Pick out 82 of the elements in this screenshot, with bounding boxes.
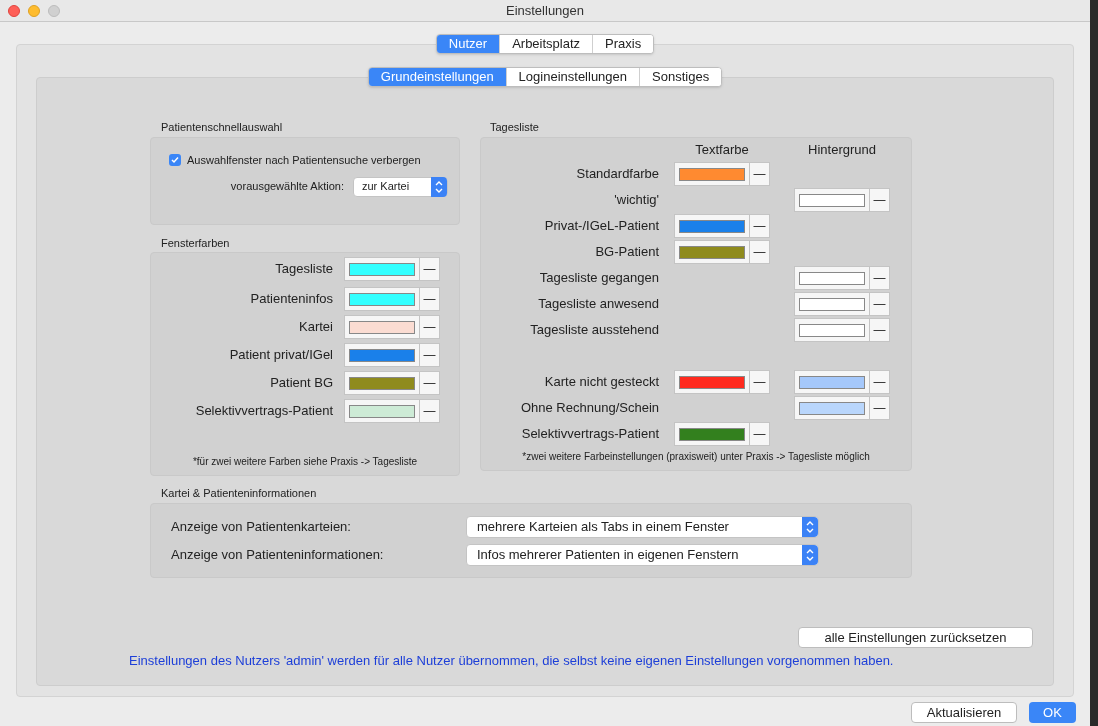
action-select[interactable]: zur Kartei	[353, 176, 448, 197]
color-label: Ohne Rechnung/Schein	[519, 399, 659, 418]
tab[interactable]: Sonstiges	[639, 68, 722, 86]
color-well[interactable]	[344, 399, 420, 423]
tab[interactable]: Arbeitsplatz	[499, 35, 593, 53]
remove-color-button[interactable]: —	[870, 370, 890, 394]
remove-color-button[interactable]: —	[750, 162, 770, 186]
color-well[interactable]	[794, 266, 870, 290]
color-label: Standardfarbe	[575, 165, 659, 184]
remove-color-button[interactable]: —	[870, 396, 890, 420]
color-label: Karte nicht gesteckt	[543, 373, 659, 392]
remove-color-button[interactable]: —	[750, 422, 770, 446]
color-label: Patient privat/IGel	[228, 346, 333, 365]
stepper-icon	[802, 516, 818, 537]
color-well[interactable]	[344, 287, 420, 311]
window-title: Einstellungen	[505, 1, 585, 20]
tab[interactable]: Nutzer	[436, 35, 500, 53]
stepper-icon	[802, 544, 818, 565]
color-well[interactable]	[674, 422, 750, 446]
tab[interactable]: Praxis	[592, 35, 654, 53]
column-header: Textfarbe	[694, 140, 750, 159]
footnote: *zwei weitere Farbeinstellungen (praxisweit) unter Praxis -> Tagesliste möglich	[521, 450, 871, 464]
color-label: Tagesliste ausstehend	[529, 321, 659, 340]
remove-color-button[interactable]: —	[420, 399, 440, 423]
color-label: Privat-/IGeL-Patient	[543, 217, 659, 236]
color-well[interactable]	[794, 188, 870, 212]
color-well[interactable]	[674, 162, 750, 186]
remove-color-button[interactable]: —	[420, 315, 440, 339]
color-well[interactable]	[344, 371, 420, 395]
section-title: Fensterfarben	[161, 236, 231, 250]
close-icon[interactable]	[8, 5, 20, 17]
color-label: Patienteninfos	[249, 290, 333, 309]
color-well[interactable]	[344, 343, 420, 367]
remove-color-button[interactable]: —	[870, 318, 890, 342]
remove-color-button[interactable]: —	[420, 371, 440, 395]
color-label: Kartei	[298, 318, 333, 337]
reset-button[interactable]: alle Einstellungen zurücksetzen	[798, 627, 1033, 648]
tab[interactable]: Grundeinstellungen	[368, 68, 506, 86]
info-text: Einstellungen des Nutzers 'admin' werden für alle Nutzer übernommen, die selbst keine eigenen Einstellungen vorgenommen haben.	[129, 652, 895, 670]
footnote: *für zwei weitere Farben siehe Praxis -> Tagesliste	[191, 455, 419, 469]
section-title: Tagesliste	[490, 120, 540, 134]
remove-color-button[interactable]: —	[420, 287, 440, 311]
color-label: 'wichtig'	[613, 191, 659, 210]
field-label: Anzeige von Patienteninformationen:	[171, 545, 385, 564]
remove-color-button[interactable]: —	[750, 370, 770, 394]
color-well[interactable]	[674, 214, 750, 238]
color-well[interactable]	[344, 257, 420, 281]
remove-color-button[interactable]: —	[870, 266, 890, 290]
checkbox[interactable]	[169, 154, 181, 167]
remove-color-button[interactable]: —	[420, 257, 440, 281]
color-label: Tagesliste anwesend	[537, 295, 659, 314]
color-well[interactable]	[794, 318, 870, 342]
section-title: Patientenschnellauswahl	[161, 120, 284, 134]
color-well[interactable]	[674, 370, 750, 394]
minimize-icon[interactable]	[28, 5, 40, 17]
color-label: BG-Patient	[594, 243, 659, 262]
remove-color-button[interactable]: —	[750, 214, 770, 238]
column-header: Hintergrund	[807, 140, 877, 159]
section-title: Kartei & Patienteninformationen	[161, 486, 318, 500]
color-label: Selektivvertrags-Patient	[520, 425, 659, 444]
color-label: Selektivvertrags-Patient	[194, 402, 333, 421]
color-well[interactable]	[794, 292, 870, 316]
color-well[interactable]	[794, 370, 870, 394]
color-label: Patient BG	[269, 374, 333, 393]
checkbox-label: Auswahlfenster nach Patientensuche verbergen	[187, 153, 421, 168]
tab[interactable]: Logineinstellungen	[505, 68, 640, 86]
color-well[interactable]	[794, 396, 870, 420]
remove-color-button[interactable]: —	[420, 343, 440, 367]
field-label: Anzeige von Patientenkarteien:	[171, 517, 352, 536]
remove-color-button[interactable]: —	[870, 292, 890, 316]
color-well[interactable]	[344, 315, 420, 339]
dialog-button[interactable]: OK	[1029, 702, 1076, 723]
dropdown[interactable]: mehrere Karteien als Tabs in einem Fenster	[466, 515, 819, 538]
color-label: Tagesliste	[274, 260, 333, 279]
remove-color-button[interactable]: —	[870, 188, 890, 212]
dropdown[interactable]: Infos mehrerer Patienten in eigenen Fenstern	[466, 543, 819, 566]
remove-color-button[interactable]: —	[750, 240, 770, 264]
color-well[interactable]	[674, 240, 750, 264]
field-label: vorausgewählte Aktion:	[230, 179, 344, 195]
color-label: Tagesliste gegangen	[538, 269, 659, 288]
stepper-icon	[431, 176, 447, 197]
dialog-button[interactable]: Aktualisieren	[911, 702, 1017, 723]
